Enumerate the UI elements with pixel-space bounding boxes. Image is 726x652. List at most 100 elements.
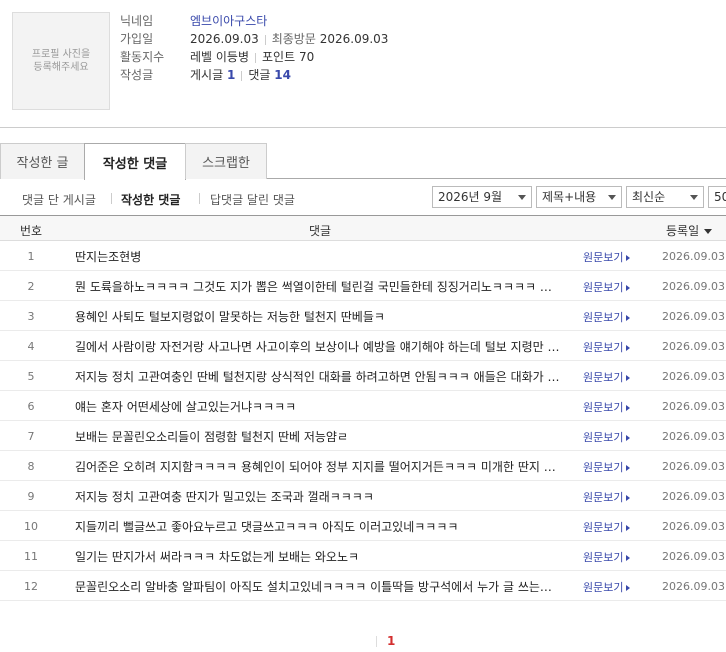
table-row: 7 보배는 문꼴린오소리들이 점령함 털천지 딴베 저능얌ㄹ 원문보기 2026.09… — [0, 421, 726, 451]
comment-list: 1 딴지는조현병 원문보기 2026.09.03 2 뭔 도륙을하노ㅋㅋㅋㅋ 그것도 지가… — [0, 241, 726, 601]
join-date-group: 2026.09.03 최종방문 2026.09.03 — [190, 30, 388, 47]
filter-my-comments[interactable]: 작성한 댓글 — [121, 191, 180, 208]
comments-count[interactable]: 14 — [274, 68, 291, 82]
tab-written-posts[interactable]: 작성한 글 — [0, 143, 85, 179]
view-original-link[interactable]: 원문보기 — [583, 339, 631, 355]
view-original-link[interactable]: 원문보기 — [583, 249, 631, 265]
arrow-right-icon — [626, 345, 631, 351]
view-original-link[interactable]: 원문보기 — [583, 429, 631, 445]
chevron-down-icon — [608, 195, 616, 200]
view-original-link[interactable]: 원문보기 — [583, 489, 631, 505]
comment-text[interactable]: 길에서 사람이랑 자전거랑 사고나면 사고이후의 보상이나 예방을 얘기해야 하… — [75, 338, 560, 355]
row-number: 9 — [27, 490, 35, 503]
row-number: 11 — [24, 550, 38, 563]
comment-text[interactable]: 얘는 혼자 어떤세상에 살고있는거냐ㅋㅋㅋㅋ — [75, 398, 560, 415]
row-date: 2026.09.03 — [662, 580, 725, 593]
header-date-label: 등록일 — [666, 224, 700, 238]
filter-commented-posts[interactable]: 댓글 단 게시글 — [22, 191, 96, 208]
arrow-right-icon — [626, 555, 631, 561]
view-original-label: 원문보기 — [583, 521, 624, 534]
search-field-select[interactable]: 제목+내용 — [536, 186, 622, 208]
header-date[interactable]: 등록일 — [666, 222, 713, 239]
row-number: 4 — [27, 340, 35, 353]
row-date: 2026.09.03 — [662, 550, 725, 563]
header-comment: 댓글 — [309, 224, 332, 238]
row-number: 10 — [24, 520, 38, 533]
view-original-label: 원문보기 — [583, 251, 624, 264]
row-date: 2026.09.03 — [662, 430, 725, 443]
divider — [241, 70, 243, 81]
header-no: 번호 — [20, 224, 43, 238]
view-original-link[interactable]: 원문보기 — [583, 399, 631, 415]
tab-bar: 작성한 글 작성한 댓글 스크랩한 — [0, 143, 726, 180]
arrow-right-icon — [626, 285, 631, 291]
view-original-label: 원문보기 — [583, 371, 624, 384]
comment-text[interactable]: 보배는 문꼴린오소리들이 점령함 털천지 딴베 저능얌ㄹ — [75, 428, 560, 445]
table-row: 11 일기는 딴지가서 써라ㅋㅋㅋ 차도없는게 보배는 와오노ㅋ 원문보기 2026.… — [0, 541, 726, 571]
view-original-label: 원문보기 — [583, 551, 624, 564]
divider — [111, 193, 112, 204]
view-original-link[interactable]: 원문보기 — [583, 369, 631, 385]
comment-text[interactable]: 뭔 도륙을하노ㅋㅋㅋㅋ 그것도 지가 뽑은 썩열이한테 털린걸 국민들한테 징징… — [75, 278, 560, 295]
comment-text[interactable]: 저지능 정치 고관여충 딴지가 밀고있는 조국과 껄래ㅋㅋㅋㅋ — [75, 488, 560, 505]
filter-replied-comments[interactable]: 답댓글 달린 댓글 — [210, 191, 295, 208]
comment-text[interactable]: 딴지는조현병 — [75, 248, 560, 265]
arrow-right-icon — [626, 405, 631, 411]
sort-select-value: 최신순 — [632, 190, 666, 204]
last-visit-label: 최종방문 — [271, 32, 316, 46]
join-date-label: 가입일 — [120, 32, 154, 46]
view-original-link[interactable]: 원문보기 — [583, 279, 631, 295]
arrow-right-icon — [626, 435, 631, 441]
table-row: 9 저지능 정치 고관여충 딴지가 밀고있는 조국과 껄래ㅋㅋㅋㅋ 원문보기 2026… — [0, 481, 726, 511]
view-original-link[interactable]: 원문보기 — [583, 309, 631, 325]
row-number: 1 — [27, 250, 35, 263]
profile-photo-placeholder[interactable]: 프로필 사진을 등록해주세요 — [12, 12, 110, 110]
row-date: 2026.09.03 — [662, 400, 725, 413]
row-date: 2026.09.03 — [662, 310, 725, 323]
nickname-value[interactable]: 엠브이아구스타 — [190, 12, 267, 29]
row-date: 2026.09.03 — [662, 490, 725, 503]
comment-text[interactable]: 저지능 정치 고관여충인 딴베 털천지랑 상식적인 대화를 하려고하면 안됨ㅋㅋ… — [75, 368, 560, 385]
comment-text[interactable]: 김어준은 오히려 지지함ㅋㅋㅋㅋ 용혜인이 되어야 정부 지지를 떨어지거든ㅋㅋ… — [75, 458, 560, 475]
last-visit-value: 2026.09.03 — [319, 32, 389, 46]
table-header: 번호 댓글 등록일 — [0, 215, 726, 241]
table-row: 6 얘는 혼자 어떤세상에 살고있는거냐ㅋㅋㅋㅋ 원문보기 2026.09.03 — [0, 391, 726, 421]
tab-scraps[interactable]: 스크랩한 — [185, 143, 267, 179]
view-original-link[interactable]: 원문보기 — [583, 519, 631, 535]
page-current[interactable]: 1 — [387, 634, 395, 648]
row-date: 2026.09.03 — [662, 250, 725, 263]
comment-text[interactable]: 일기는 딴지가서 써라ㅋㅋㅋ 차도없는게 보배는 와오노ㅋ — [75, 548, 560, 565]
points-value: 포인트 70 — [262, 50, 315, 64]
arrow-right-icon — [626, 585, 631, 591]
written-group: 게시글 1 댓글 14 — [190, 66, 291, 83]
arrow-right-icon — [626, 465, 631, 471]
view-original-link[interactable]: 원문보기 — [583, 549, 631, 565]
view-original-label: 원문보기 — [583, 401, 624, 414]
table-row: 3 용혜인 사퇴도 털보지령없이 말못하는 저능한 털천지 딴베들ㅋ 원문보기 202… — [0, 301, 726, 331]
divider — [376, 636, 377, 647]
row-number: 7 — [27, 430, 35, 443]
count-select[interactable]: 50 — [708, 186, 726, 208]
row-number: 12 — [24, 580, 38, 593]
table-row: 4 길에서 사람이랑 자전거랑 사고나면 사고이후의 보상이나 예방을 얘기해야 … — [0, 331, 726, 361]
month-select[interactable]: 2026년 9월 — [432, 186, 532, 208]
view-original-link[interactable]: 원문보기 — [583, 459, 631, 475]
row-date: 2026.09.03 — [662, 340, 725, 353]
row-number: 2 — [27, 280, 35, 293]
view-original-link[interactable]: 원문보기 — [583, 579, 631, 595]
pagination: 1 — [0, 632, 726, 650]
comment-text[interactable]: 문꼴린오소리 알바충 알파팀이 아직도 설치고있네ㅋㅋㅋㅋ 이틀딱들 방구석에서… — [75, 578, 560, 595]
table-row: 8 김어준은 오히려 지지함ㅋㅋㅋㅋ 용혜인이 되어야 정부 지지를 떨어지거든ㅋ… — [0, 451, 726, 481]
view-original-label: 원문보기 — [583, 311, 624, 324]
view-original-label: 원문보기 — [583, 281, 624, 294]
row-number: 6 — [27, 400, 35, 413]
comment-text[interactable]: 지들끼리 뻘글쓰고 좋아요누르고 댓글쓰고ㅋㅋㅋ 아직도 이러고있네ㅋㅋㅋㅋ — [75, 518, 560, 535]
tab-written-comments[interactable]: 작성한 댓글 — [84, 143, 186, 180]
row-date: 2026.09.03 — [662, 460, 725, 473]
arrow-right-icon — [626, 495, 631, 501]
comment-text[interactable]: 용혜인 사퇴도 털보지령없이 말못하는 저능한 털천지 딴베들ㅋ — [75, 308, 560, 325]
posts-count[interactable]: 1 — [227, 68, 235, 82]
sort-down-icon — [704, 229, 713, 234]
join-date-value: 2026.09.03 — [190, 32, 259, 46]
sort-select[interactable]: 최신순 — [626, 186, 704, 208]
